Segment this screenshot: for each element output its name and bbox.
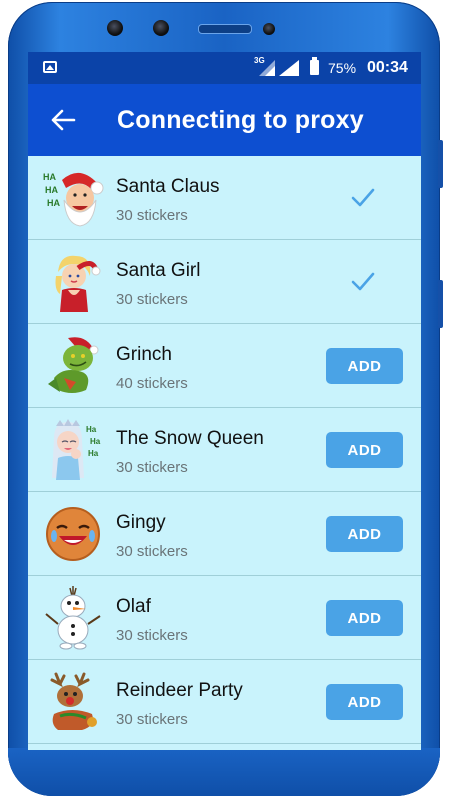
front-camera (107, 20, 123, 36)
sticker-pack-name: Grinch (116, 344, 172, 365)
add-sticker-pack-button[interactable]: ADD (326, 684, 403, 720)
proximity-sensor (263, 23, 275, 35)
battery-icon (310, 57, 319, 75)
grinch-sticker-thumbnail (48, 337, 99, 393)
sticker-pack-row[interactable]: Reindeer Party 30 stickers ADD (28, 660, 421, 744)
image-notification-icon (43, 61, 57, 73)
olaf-sticker-thumbnail (45, 586, 101, 650)
front-sensor (153, 20, 169, 36)
add-sticker-pack-button[interactable]: ADD (326, 516, 403, 552)
page-title: Connecting to proxy (117, 106, 364, 134)
sticker-pack-count: 30 stickers (116, 291, 188, 308)
sticker-pack-name: Olaf (116, 596, 151, 617)
sticker-pack-count: 30 stickers (116, 543, 188, 560)
sticker-pack-count: 30 stickers (116, 711, 188, 728)
add-sticker-pack-button[interactable]: ADD (326, 432, 403, 468)
screen: 3G 75% 00:34 Connecting to proxy HA HA H… (28, 52, 421, 750)
svg-text:HA: HA (47, 198, 60, 208)
svg-text:HA: HA (45, 185, 58, 195)
sticker-pack-name: Gingy (116, 512, 166, 533)
sticker-pack-name: Reindeer Party (116, 680, 243, 701)
sticker-pack-row[interactable]: Ha Ha Ha The Snow Queen 30 stickers ADD (28, 408, 421, 492)
check-icon (351, 272, 375, 291)
earpiece-speaker (198, 24, 252, 34)
add-sticker-pack-button[interactable]: ADD (326, 348, 403, 384)
sticker-pack-name: The Snow Queen (116, 428, 264, 449)
sticker-pack-row[interactable]: Gingy 30 stickers ADD (28, 492, 421, 576)
sticker-pack-name: Santa Girl (116, 260, 201, 281)
sticker-pack-count: 40 stickers (116, 375, 188, 392)
svg-text:Ha: Ha (86, 425, 97, 434)
volume-button (438, 140, 443, 188)
app-bar: Connecting to proxy (28, 84, 421, 156)
arrow-left-icon[interactable] (50, 108, 76, 132)
sticker-pack-name: Santa Claus (116, 176, 220, 197)
status-bar: 3G 75% 00:34 (28, 52, 421, 84)
mobile-data-icon (259, 60, 275, 76)
svg-text:Ha: Ha (90, 437, 101, 446)
check-icon (351, 188, 375, 207)
sticker-pack-count: 30 stickers (116, 627, 188, 644)
power-button (438, 280, 443, 328)
battery-percent: 75% (328, 60, 357, 76)
sticker-pack-row[interactable]: Santa Girl 30 stickers (28, 240, 421, 324)
santa-girl-sticker-thumbnail (55, 255, 101, 312)
sticker-pack-count: 30 stickers (116, 207, 188, 224)
sticker-pack-row[interactable]: Olaf 30 stickers ADD (28, 576, 421, 660)
gingy-sticker-thumbnail (46, 507, 100, 561)
sticker-pack-row[interactable]: HA HA HA Santa Claus 30 stickers (28, 156, 421, 240)
sticker-pack-count: 30 stickers (116, 459, 188, 476)
svg-text:Ha: Ha (88, 449, 99, 458)
clock: 00:34 (367, 59, 408, 76)
reindeer-party-sticker-thumbnail (50, 672, 97, 730)
snow-queen-sticker-thumbnail: Ha Ha Ha (52, 419, 101, 480)
santa-claus-sticker-thumbnail: HA HA HA (43, 172, 104, 227)
svg-text:HA: HA (43, 172, 56, 182)
signal-icon (279, 60, 299, 76)
add-sticker-pack-button[interactable]: ADD (326, 600, 403, 636)
phone-chin (8, 748, 440, 796)
sticker-pack-row[interactable]: Grinch 40 stickers ADD (28, 324, 421, 408)
sticker-pack-list: HA HA HA Santa Claus 30 stickers Santa G… (28, 156, 421, 744)
